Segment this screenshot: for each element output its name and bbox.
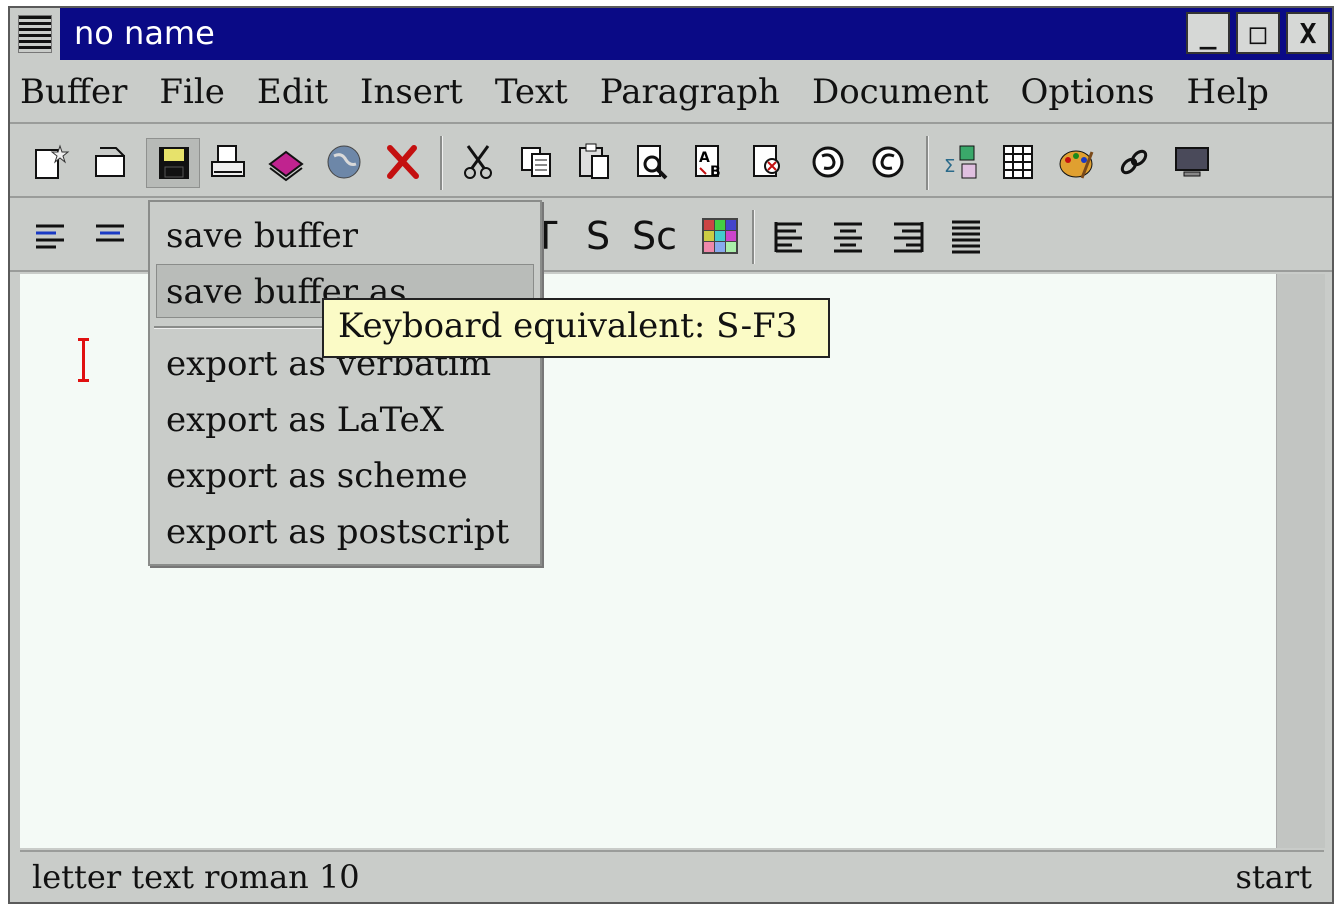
para-right-icon[interactable] [886, 214, 930, 258]
window-title: no name [74, 14, 215, 52]
menu-buffer[interactable]: Buffer [20, 72, 127, 112]
menu-item-export-postscript[interactable]: export as postscript [166, 512, 509, 552]
close-x-icon[interactable] [380, 140, 424, 184]
menu-help[interactable]: Help [1187, 72, 1269, 112]
find-icon[interactable] [630, 140, 674, 184]
para-justify-icon[interactable] [944, 214, 988, 258]
menu-text[interactable]: Text [495, 72, 568, 112]
menu-options[interactable]: Options [1021, 72, 1155, 112]
formula-icon[interactable]: Σ [940, 140, 984, 184]
menu-item-export-scheme[interactable]: export as scheme [166, 456, 468, 496]
menu-file[interactable]: File [159, 72, 224, 112]
title-bar[interactable]: no name _ □ X [10, 8, 1332, 60]
small-caps-button[interactable]: Sc [632, 214, 677, 258]
books-icon[interactable] [264, 140, 308, 184]
link-icon[interactable] [1112, 140, 1156, 184]
monitor-icon[interactable] [1170, 140, 1214, 184]
table-icon[interactable] [996, 140, 1040, 184]
paste-icon[interactable] [572, 140, 616, 184]
menu-insert[interactable]: Insert [360, 72, 463, 112]
svg-text:A: A [699, 150, 710, 166]
palette-icon[interactable] [1054, 140, 1098, 184]
menu-document[interactable]: Document [812, 72, 989, 112]
menu-item-export-latex[interactable]: export as LaTeX [166, 400, 444, 440]
copy-icon[interactable] [514, 140, 558, 184]
menu-item-save-buffer[interactable]: save buffer [166, 216, 358, 256]
vertical-scrollbar[interactable] [1276, 274, 1325, 848]
window-controls: _ □ X [1186, 12, 1330, 54]
main-toolbar: AB Σ [10, 126, 1332, 198]
spell-icon[interactable] [746, 140, 790, 184]
status-position: start [1235, 858, 1312, 896]
keyboard-shortcut-tooltip: Keyboard equivalent: S-F3 [322, 298, 830, 358]
minimize-button[interactable]: _ [1186, 12, 1230, 54]
toolbar-separator [752, 210, 755, 264]
app-window: no name _ □ X Buffer File Edit Insert Te… [8, 6, 1334, 904]
close-button[interactable]: X [1286, 12, 1330, 54]
replace-icon[interactable]: AB [688, 140, 732, 184]
toolbar-separator [926, 136, 929, 190]
color-palette-icon[interactable] [698, 214, 742, 258]
para-left-icon[interactable] [768, 214, 812, 258]
status-bar: letter text roman 10 start [20, 850, 1324, 902]
system-menu-icon [18, 15, 52, 53]
save-dropdown-menu: save buffer save buffer as export as ver… [148, 200, 542, 566]
menu-bar: Buffer File Edit Insert Text Paragraph D… [10, 62, 1332, 124]
open-icon[interactable] [88, 140, 132, 184]
svg-text:Σ: Σ [944, 156, 955, 177]
align-center-icon[interactable] [88, 214, 132, 258]
status-format: letter text roman 10 [32, 858, 360, 896]
system-menu-button[interactable] [10, 8, 60, 60]
globe-icon[interactable] [322, 140, 366, 184]
undo-icon[interactable] [806, 140, 850, 184]
print-icon[interactable] [206, 140, 250, 184]
sans-serif-button[interactable]: S [586, 214, 610, 258]
cut-icon[interactable] [456, 140, 500, 184]
maximize-button[interactable]: □ [1236, 12, 1280, 54]
text-cursor [78, 338, 89, 382]
svg-text:B: B [710, 164, 721, 180]
redo-icon[interactable] [866, 140, 910, 184]
save-icon[interactable] [146, 138, 200, 188]
para-center-icon[interactable] [826, 214, 870, 258]
menu-edit[interactable]: Edit [257, 72, 328, 112]
toolbar-separator [440, 136, 443, 190]
new-document-icon[interactable] [28, 140, 72, 184]
align-left-icon[interactable] [28, 214, 72, 258]
menu-paragraph[interactable]: Paragraph [600, 72, 780, 112]
